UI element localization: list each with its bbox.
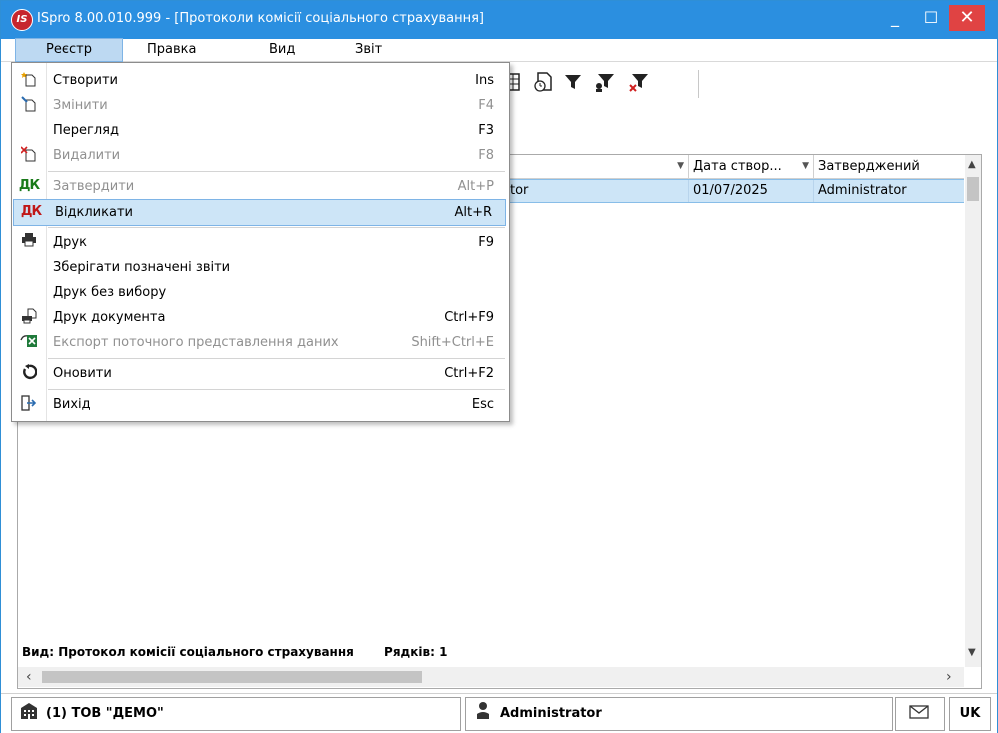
- status-user[interactable]: Administrator: [465, 697, 893, 731]
- column-header-date[interactable]: Дата створ... ▼: [689, 155, 814, 178]
- column-header-approved[interactable]: Затверджений: [814, 155, 964, 178]
- status-bar: (1) ТОВ "ДЕМО" Administrator UK: [1, 693, 997, 733]
- printer-icon: [18, 233, 40, 251]
- sort-arrow-icon: ▼: [802, 161, 809, 171]
- filter-clear-icon[interactable]: [627, 70, 651, 94]
- menu-separator: [48, 389, 505, 390]
- cell-approved: Administrator: [818, 183, 907, 198]
- minimize-button[interactable]: _: [877, 5, 913, 31]
- menu-item-revoke[interactable]: ДК Відкликати Alt+R: [13, 199, 506, 226]
- exit-icon: [18, 395, 40, 413]
- registry-dropdown-menu: Створити Ins Змінити F4 Перегляд F3 Вида…: [11, 62, 510, 422]
- maximize-button[interactable]: ☐: [913, 5, 949, 31]
- close-button[interactable]: ✕: [949, 5, 985, 31]
- toolbar-separator: [698, 70, 699, 98]
- menu-item-print-document[interactable]: Друк документа Ctrl+F9: [12, 305, 507, 330]
- scroll-down-icon[interactable]: ▼: [968, 647, 976, 658]
- create-icon: [18, 71, 40, 89]
- column-header-author[interactable]: й ▼: [498, 155, 689, 178]
- user-icon: [472, 698, 494, 730]
- menu-registry[interactable]: Реєстр: [15, 38, 123, 62]
- menu-item-export[interactable]: Експорт поточного представлення даних Sh…: [12, 330, 507, 355]
- menu-item-delete[interactable]: Видалити F8: [12, 143, 507, 168]
- vertical-scroll-thumb[interactable]: [967, 177, 979, 201]
- title-bar[interactable]: IS ISpro 8.00.010.999 - [Протоколи коміс…: [1, 1, 997, 39]
- menu-report[interactable]: Звіт: [349, 39, 388, 61]
- scroll-right-icon[interactable]: ›: [946, 669, 952, 685]
- scroll-left-icon[interactable]: ‹: [26, 669, 32, 685]
- document-clock-icon[interactable]: [531, 70, 555, 94]
- menu-edit[interactable]: Правка: [141, 39, 202, 61]
- menu-item-approve[interactable]: ДК Затвердити Alt+P: [12, 174, 507, 199]
- window-title: ISpro 8.00.010.999 - [Протоколи комісії …: [37, 11, 484, 26]
- approve-icon: ДК: [18, 178, 40, 193]
- menu-bar: Реєстр Правка Вид Звіт: [1, 38, 997, 62]
- menu-item-exit[interactable]: Вихід Esc: [12, 392, 507, 417]
- status-organization[interactable]: (1) ТОВ "ДЕМО": [11, 697, 461, 731]
- grid-footer: Вид: Протокол комісії соціального страху…: [22, 645, 447, 659]
- menu-item-edit[interactable]: Змінити F4: [12, 93, 507, 118]
- menu-view[interactable]: Вид: [263, 39, 301, 61]
- cell-date: 01/07/2025: [689, 180, 814, 202]
- cell-author: ator: [498, 180, 689, 202]
- mail-icon: [908, 698, 930, 730]
- building-icon: [18, 698, 40, 730]
- menu-item-refresh[interactable]: Оновити Ctrl+F2: [12, 361, 507, 386]
- menu-separator: [48, 227, 505, 228]
- menu-item-create[interactable]: Створити Ins: [12, 68, 507, 93]
- menu-separator: [48, 358, 505, 359]
- scroll-up-icon[interactable]: ▲: [968, 159, 976, 170]
- filter-user-icon[interactable]: [593, 70, 617, 94]
- vertical-scrollbar[interactable]: ▲ ▼: [965, 155, 981, 667]
- view-name-label: Вид: Протокол комісії соціального страху…: [22, 645, 354, 659]
- menu-item-save-marked-reports[interactable]: Зберігати позначені звіти: [12, 255, 507, 280]
- menu-item-print[interactable]: Друк F9: [12, 230, 507, 255]
- filter-icon[interactable]: [561, 70, 585, 94]
- edit-icon: [18, 96, 40, 114]
- revoke-icon: ДК: [20, 204, 42, 219]
- app-logo-icon: IS: [11, 9, 33, 31]
- sort-arrow-icon: ▼: [677, 161, 684, 171]
- menu-separator: [48, 171, 505, 172]
- row-count-label: Рядків: 1: [384, 645, 448, 659]
- print-document-icon: [18, 308, 40, 326]
- refresh-icon: [18, 364, 40, 382]
- menu-item-print-no-select[interactable]: Друк без вибору: [12, 280, 507, 305]
- app-window: IS ISpro 8.00.010.999 - [Протоколи коміс…: [0, 0, 998, 733]
- horizontal-scrollbar[interactable]: ‹ ›: [18, 667, 964, 687]
- language-indicator[interactable]: UK: [949, 697, 991, 731]
- horizontal-scroll-thumb[interactable]: [42, 671, 422, 683]
- excel-export-icon: [18, 333, 40, 351]
- delete-icon: [18, 146, 40, 164]
- menu-item-view[interactable]: Перегляд F3: [12, 118, 507, 143]
- status-mail[interactable]: [895, 697, 945, 731]
